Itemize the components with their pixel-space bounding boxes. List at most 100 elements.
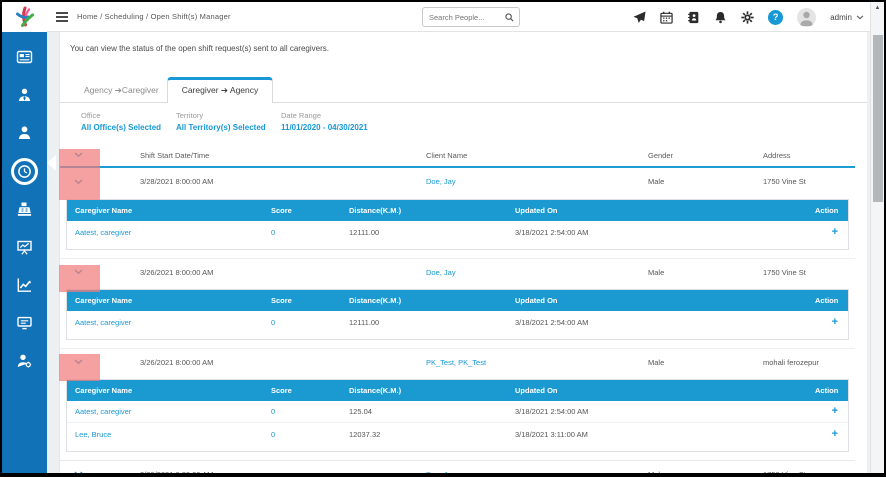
sidebar-item-clients[interactable] bbox=[2, 114, 47, 152]
tab-caregiver-to-agency[interactable]: Caregiver ➔ Agency bbox=[167, 77, 274, 103]
add-action-button[interactable]: + bbox=[815, 227, 848, 238]
territory-filter-value[interactable]: All Territory(s) Selected bbox=[176, 123, 281, 132]
client-icon bbox=[16, 125, 33, 141]
shift-group: 3/28/2021 8:00:00 AM Doe, Jay Male 1750 … bbox=[60, 168, 855, 250]
highlight-annotation bbox=[59, 265, 100, 292]
logo-icon bbox=[13, 5, 37, 29]
subcol-caregiver-name: Caregiver Name bbox=[67, 206, 271, 215]
caregiver-row: Aatest, caregiver 0 12111.00 3/18/2021 2… bbox=[67, 221, 848, 243]
notebook-icon[interactable] bbox=[687, 11, 700, 24]
gear-icon[interactable] bbox=[741, 11, 754, 24]
add-action-button[interactable]: + bbox=[815, 429, 848, 440]
scrollbar-thumb[interactable] bbox=[873, 35, 883, 202]
client-link[interactable]: Doe, Jay bbox=[426, 177, 648, 186]
sidebar-item-scheduling[interactable] bbox=[2, 152, 47, 190]
caregiver-subtable: Caregiver Name Score Distance(K.M.) Upda… bbox=[66, 379, 849, 452]
subcol-caregiver-name: Caregiver Name bbox=[67, 296, 271, 305]
address-cell: 1750 Vine St bbox=[763, 268, 855, 277]
table-body: 3/28/2021 8:00:00 AM Doe, Jay Male 1750 … bbox=[60, 168, 855, 452]
score-link[interactable]: 0 bbox=[271, 407, 349, 416]
shift-group: 3/26/2021 8:00:00 AM Doe, Jay Male 1750 … bbox=[60, 258, 855, 340]
updated-on-cell: 3/18/2021 3:11:00 AM bbox=[515, 430, 815, 439]
row-expand-chevron-icon[interactable] bbox=[60, 471, 140, 477]
sidebar-item-dashboard[interactable] bbox=[2, 38, 47, 76]
subcol-distance: Distance(K.M.) bbox=[349, 386, 515, 395]
calendar-icon[interactable] bbox=[660, 11, 673, 24]
score-link[interactable]: 0 bbox=[271, 318, 349, 327]
breadcrumb[interactable]: Home / Scheduling / Open Shift(s) Manage… bbox=[77, 12, 231, 21]
date-range-filter: Date Range 11/01/2020 - 04/30/2021 bbox=[281, 111, 368, 132]
highlight-annotation bbox=[59, 149, 100, 200]
caregiver-name-link[interactable]: Lee, Bruce bbox=[67, 430, 271, 439]
client-link[interactable]: Doe, Jay bbox=[426, 268, 648, 277]
caregiver-name-link[interactable]: Aatest, caregiver bbox=[67, 228, 271, 237]
menu-toggle-icon[interactable] bbox=[56, 10, 68, 24]
header-actions: ? admin bbox=[633, 2, 864, 32]
subcol-updated-on: Updated On bbox=[515, 296, 815, 305]
gender-cell: Male bbox=[648, 358, 763, 367]
subcol-score: Score bbox=[271, 386, 349, 395]
bell-icon[interactable] bbox=[714, 11, 727, 24]
office-filter-value[interactable]: All Office(s) Selected bbox=[81, 123, 176, 132]
reports-chart-icon bbox=[16, 277, 33, 293]
table-header-row: Shift Start Date/Time Client Name Gender… bbox=[60, 144, 855, 168]
gender-cell: Male bbox=[648, 268, 763, 277]
subcol-updated-on: Updated On bbox=[515, 206, 815, 215]
sidebar-item-forms[interactable] bbox=[2, 304, 47, 342]
user-menu[interactable]: admin bbox=[830, 13, 864, 22]
score-link[interactable]: 0 bbox=[271, 228, 349, 237]
app-logo[interactable] bbox=[2, 2, 47, 32]
shift-group-row: 3/28/2021 8:00:00 AM Doe, Jay Male 1750 … bbox=[60, 168, 855, 195]
sidebar-item-reports[interactable] bbox=[2, 266, 47, 304]
sidebar-item-caregivers[interactable] bbox=[2, 76, 47, 114]
sidebar-item-user-admin[interactable] bbox=[2, 342, 47, 380]
subcol-updated-on: Updated On bbox=[515, 386, 815, 395]
distance-cell: 12111.00 bbox=[349, 228, 515, 237]
office-filter-label: Office bbox=[81, 111, 176, 120]
add-action-button[interactable]: + bbox=[815, 406, 848, 417]
caregiver-row: Lee, Bruce 0 12037.32 3/18/2021 3:11:00 … bbox=[67, 423, 848, 445]
search-icon[interactable] bbox=[505, 13, 514, 22]
search-input[interactable] bbox=[423, 13, 505, 22]
subcol-action: Action bbox=[815, 386, 848, 395]
date-range-filter-value[interactable]: 11/01/2020 - 04/30/2021 bbox=[281, 123, 368, 132]
caregiver-name-link[interactable]: Aatest, caregiver bbox=[67, 407, 271, 416]
active-nav-pointer bbox=[47, 155, 56, 171]
user-admin-icon bbox=[16, 353, 33, 369]
main-panel: You can view the status of the open shif… bbox=[59, 32, 867, 477]
shift-start-cell: 3/26/2021 8:00:00 AM bbox=[140, 268, 426, 277]
scroll-up-button[interactable]: ▲ bbox=[871, 2, 884, 14]
col-address: Address bbox=[763, 151, 855, 160]
caregiver-subtable-header: Caregiver Name Score Distance(K.M.) Upda… bbox=[67, 380, 848, 401]
address-cell: 1750 Vine St bbox=[763, 177, 855, 186]
sidebar-item-billing[interactable] bbox=[2, 190, 47, 228]
caregiver-row: Aatest, caregiver 0 12111.00 3/18/2021 2… bbox=[67, 311, 848, 333]
partial-table-row: 3/26/2021 8:00:00 AM Doe, Jay Male 1750 … bbox=[60, 460, 855, 477]
avatar-person-icon bbox=[797, 8, 816, 27]
date-range-filter-label: Date Range bbox=[281, 111, 368, 120]
client-link[interactable]: Doe, Jay bbox=[426, 470, 648, 477]
subcol-action: Action bbox=[815, 296, 848, 305]
col-shift-start: Shift Start Date/Time bbox=[140, 151, 426, 160]
dashboard-icon bbox=[16, 49, 33, 65]
training-board-icon bbox=[16, 239, 33, 255]
content-area: You can view the status of the open shif… bbox=[47, 32, 870, 473]
help-icon[interactable]: ? bbox=[768, 10, 783, 25]
updated-on-cell: 3/18/2021 2:54:00 AM bbox=[515, 228, 815, 237]
caregiver-subtable-header: Caregiver Name Score Distance(K.M.) Upda… bbox=[67, 290, 848, 311]
sidebar-item-training[interactable] bbox=[2, 228, 47, 266]
updated-on-cell: 3/18/2021 2:54:00 AM bbox=[515, 318, 815, 327]
active-item-ring bbox=[11, 158, 38, 185]
user-name: admin bbox=[830, 13, 852, 22]
send-icon[interactable] bbox=[633, 11, 646, 24]
score-link[interactable]: 0 bbox=[271, 430, 349, 439]
billing-icon bbox=[16, 201, 33, 217]
caregiver-subtable-header: Caregiver Name Score Distance(K.M.) Upda… bbox=[67, 200, 848, 221]
client-link[interactable]: PK_Test, PK_Test bbox=[426, 358, 648, 367]
shift-group-row: 3/26/2021 8:00:00 AM PK_Test, PK_Test Ma… bbox=[60, 348, 855, 375]
chevron-down-icon bbox=[856, 15, 864, 20]
avatar[interactable] bbox=[797, 8, 816, 27]
tab-agency-to-caregiver[interactable]: Agency ➔Caregiver bbox=[80, 79, 163, 102]
add-action-button[interactable]: + bbox=[815, 317, 848, 328]
caregiver-name-link[interactable]: Aatest, caregiver bbox=[67, 318, 271, 327]
